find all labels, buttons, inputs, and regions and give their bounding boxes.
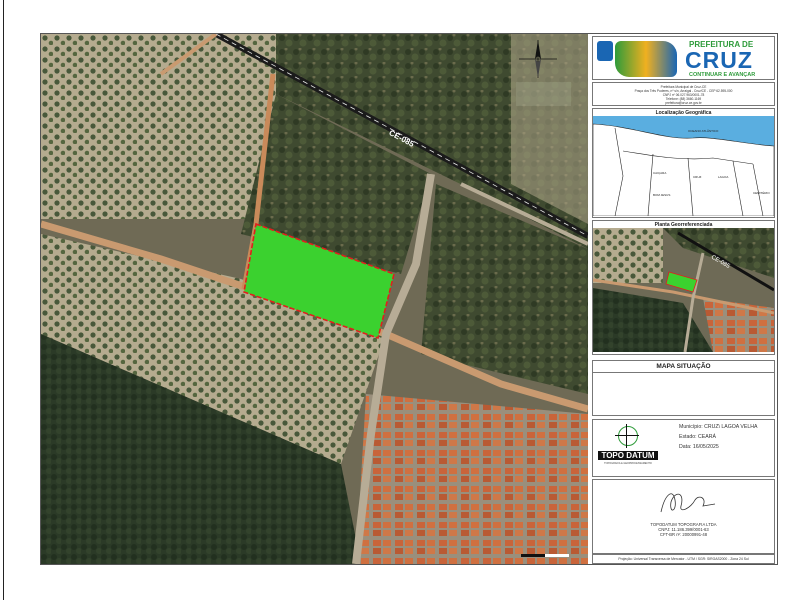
situation-map-box: MAPA SITUAÇÃO: [592, 360, 775, 416]
info-panel: PREFEITURA DE CRUZ CONTINUAR E AVANÇAR P…: [590, 34, 777, 564]
satellite-image: [41, 34, 588, 564]
georef-plan-box: Planta Georreferenciada CE-085: [592, 220, 775, 355]
ocean-label: OCEANO ATLÂNTICO: [688, 128, 719, 133]
header-logo-box: PREFEITURA DE CRUZ CONTINUAR E AVANÇAR: [592, 36, 775, 80]
situation-map-title: MAPA SITUAÇÃO: [593, 361, 774, 373]
city-slogan: CONTINUAR E AVANÇAR: [689, 72, 756, 78]
company-logo-text: TOPO DATUM: [598, 451, 658, 460]
svg-text:LAGOA: LAGOA: [718, 175, 728, 179]
estado-value: Estado: CEARÁ: [679, 434, 716, 440]
svg-text:BOM JESUS: BOM JESUS: [653, 193, 670, 197]
location-map-figure[interactable]: OCEANO ATLÂNTICO CAIÇARA CRUZ LAGOA CEMI…: [592, 116, 775, 217]
georef-plan-title: Planta Georreferenciada: [654, 222, 713, 228]
municipio-value: Município: CRUZ\ LAGOA VELHA: [679, 424, 758, 430]
location-map-title: Localização Geográfica: [655, 110, 712, 116]
crosshair-icon: [618, 426, 638, 446]
map-sheet: CE-085 PREFEITURA DE CRUZ CONTINUAR E AV…: [40, 33, 778, 565]
address-block: Prefeitura Municipal de Cruz-CE Praça do…: [592, 82, 775, 106]
city-emblem-figures: [615, 41, 677, 77]
projection-footer: Projeção: Universal Transversa de Mercat…: [592, 554, 775, 564]
location-map-box: Localização Geográfica OCEANO ATLÂNTICO …: [592, 108, 775, 218]
svg-text:CRUZ: CRUZ: [693, 175, 701, 179]
city-emblem: [597, 41, 613, 61]
city-name: CRUZ: [685, 47, 753, 73]
svg-text:CEMITÉRIO: CEMITÉRIO: [753, 190, 770, 195]
date-value: Data: 16/05/2025: [679, 444, 719, 450]
company-logo-sub: TOPOGRAFIA & GEOPROCESSAMENTO: [604, 462, 652, 465]
page-left-rule: [3, 0, 4, 600]
details-box: TOPO DATUM TOPOGRAFIA & GEOPROCESSAMENTO…: [592, 419, 775, 477]
svg-text:CAIÇARA: CAIÇARA: [653, 171, 666, 175]
signature-box: TOPODATUM TOPOGRAFIA LTDA CNPJ: 11.186.3…: [592, 479, 775, 554]
georef-plan-image[interactable]: CE-085: [592, 228, 775, 353]
signature-scribble: [660, 493, 716, 513]
details-text: Município: CRUZ\ LAGOA VELHA Estado: CEA…: [679, 422, 757, 452]
address-line: prefeitura@cruz.ce.gov.br: [665, 101, 702, 105]
satellite-map[interactable]: CE-085: [41, 34, 588, 564]
company-logo: TOPO DATUM TOPOGRAFIA & GEOPROCESSAMENTO: [598, 424, 658, 472]
signature-crea: CFT-BR nº: 20000991-48: [659, 532, 708, 537]
signature-text: TOPODATUM TOPOGRAFIA LTDA CNPJ: 11.186.3…: [593, 522, 774, 537]
